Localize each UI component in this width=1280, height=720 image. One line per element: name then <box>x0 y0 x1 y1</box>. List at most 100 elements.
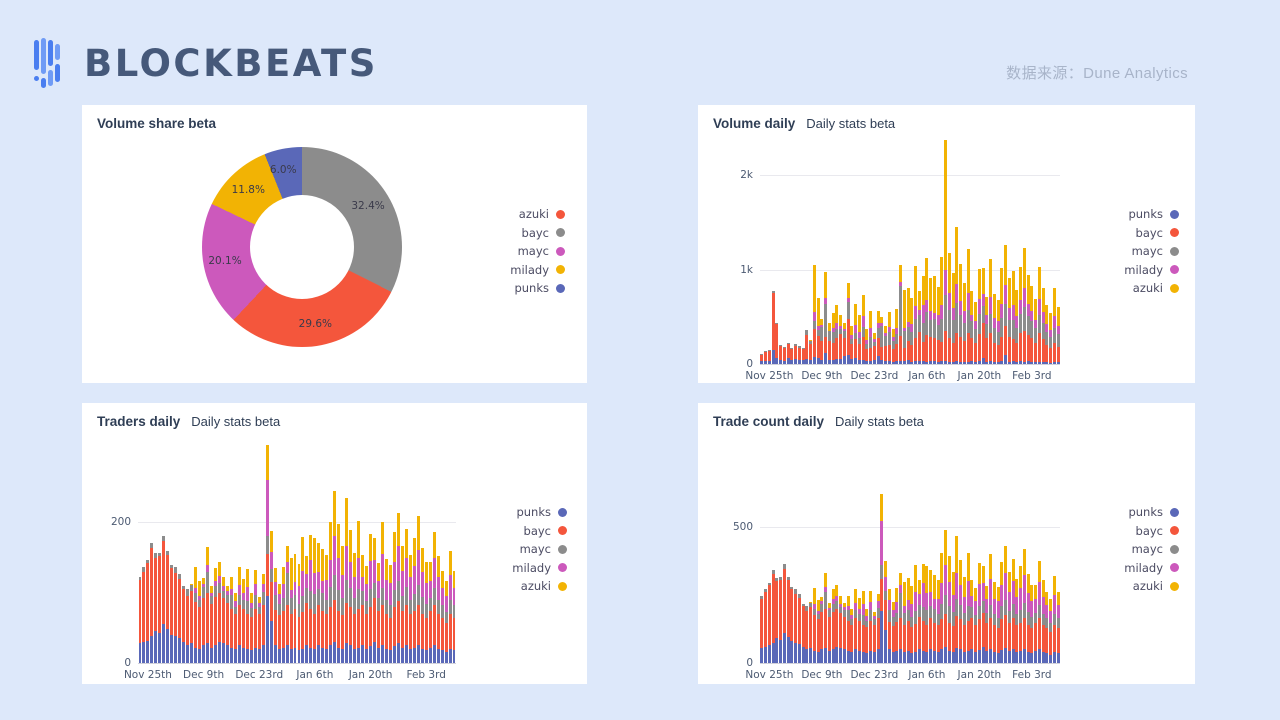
bar-stack[interactable] <box>996 586 1000 663</box>
bar-stack[interactable] <box>816 297 820 364</box>
bar-stack[interactable] <box>820 597 824 663</box>
bar-stack[interactable] <box>1000 267 1004 364</box>
bar-stack[interactable] <box>914 565 917 663</box>
bar-stack[interactable] <box>297 563 301 663</box>
bar-stack[interactable] <box>932 574 936 663</box>
bar-stack[interactable] <box>767 582 771 663</box>
bar-stack[interactable] <box>835 585 839 663</box>
bar-stack[interactable] <box>951 572 955 663</box>
bar-stack[interactable] <box>444 580 448 663</box>
bar-stack[interactable] <box>857 597 861 663</box>
bar-stack[interactable] <box>420 548 424 663</box>
bar-stack[interactable] <box>436 556 440 663</box>
bar-stack[interactable] <box>831 589 835 663</box>
bar-stack[interactable] <box>970 579 974 663</box>
bar-stack[interactable] <box>775 322 779 364</box>
bar-stack[interactable] <box>142 567 146 663</box>
bar-stack[interactable] <box>962 577 966 663</box>
legend-item-mayc[interactable]: mayc <box>1124 242 1179 261</box>
bar-stack[interactable] <box>929 278 932 364</box>
bar-stack[interactable] <box>293 554 297 663</box>
bar-stack[interactable] <box>824 271 827 364</box>
legend-item-milady[interactable]: milady <box>1124 559 1179 578</box>
bar-stack[interactable] <box>842 603 846 663</box>
bar-stack[interactable] <box>313 537 317 663</box>
bar-stack[interactable] <box>400 545 404 663</box>
bar-stack[interactable] <box>1007 277 1011 364</box>
bar-stack[interactable] <box>779 577 782 663</box>
bar-stack[interactable] <box>940 257 944 364</box>
bar-stack[interactable] <box>210 585 213 663</box>
bar-stack[interactable] <box>1015 289 1019 364</box>
bar-stack[interactable] <box>178 574 182 663</box>
bar-stack[interactable] <box>1026 275 1030 364</box>
bar-stack[interactable] <box>854 303 857 364</box>
bar-stack[interactable] <box>914 265 917 364</box>
bar-stack[interactable] <box>1015 579 1019 663</box>
bar-stack[interactable] <box>1041 580 1045 663</box>
bar-stack[interactable] <box>182 585 186 663</box>
bar-stack[interactable] <box>876 593 880 663</box>
bar-stack[interactable] <box>797 594 801 663</box>
bar-stack[interactable] <box>786 576 790 663</box>
bar-stack[interactable] <box>1056 306 1060 364</box>
bar-stack[interactable] <box>940 553 944 663</box>
bar-stack[interactable] <box>869 591 872 663</box>
bar-stack[interactable] <box>831 313 835 364</box>
legend-item-punks[interactable]: punks <box>510 279 565 298</box>
bar-stack[interactable] <box>764 588 767 663</box>
bar-stack[interactable] <box>820 319 824 364</box>
bar-stack[interactable] <box>1004 546 1007 663</box>
bar-stack[interactable] <box>805 605 809 663</box>
bar-stack[interactable] <box>253 570 257 663</box>
bar-stack[interactable] <box>902 581 906 663</box>
bar-stack[interactable] <box>245 569 249 663</box>
bar-stack[interactable] <box>317 543 321 663</box>
legend-item-punks[interactable]: punks <box>1124 205 1179 224</box>
bar-stack[interactable] <box>794 589 797 663</box>
bar-stack[interactable] <box>392 532 396 663</box>
bar-stack[interactable] <box>827 323 831 364</box>
bar-stack[interactable] <box>974 302 977 364</box>
bar-stack[interactable] <box>1034 585 1037 663</box>
bar-stack[interactable] <box>891 328 895 364</box>
bar-stack[interactable] <box>869 311 872 364</box>
bar-stack[interactable] <box>861 590 865 663</box>
bar-stack[interactable] <box>989 554 992 663</box>
bar-stack[interactable] <box>269 530 273 663</box>
bar-stack[interactable] <box>884 560 887 663</box>
bar-stack[interactable] <box>174 567 178 663</box>
brand-logo[interactable]: BLOCKBEATS <box>34 38 378 88</box>
bar-stack[interactable] <box>812 588 816 663</box>
bar-stack[interactable] <box>767 350 771 364</box>
bar-stack[interactable] <box>1052 287 1056 364</box>
bar-stack[interactable] <box>384 558 388 663</box>
bar-stack[interactable] <box>891 601 895 663</box>
bar-stack[interactable] <box>775 578 779 663</box>
bar-stack[interactable] <box>404 529 408 663</box>
bar-stack[interactable] <box>440 570 444 663</box>
bar-stack[interactable] <box>887 589 891 663</box>
legend-item-punks[interactable]: punks <box>1124 503 1179 522</box>
bar-stack[interactable] <box>906 578 910 663</box>
bar-stack[interactable] <box>158 552 162 663</box>
bar-stack[interactable] <box>265 445 269 663</box>
bar-stack[interactable] <box>989 259 992 364</box>
bar-stack[interactable] <box>925 257 929 364</box>
bar-stack[interactable] <box>428 562 432 663</box>
bar-stack[interactable] <box>190 583 194 663</box>
bar-stack[interactable] <box>974 587 977 663</box>
bar-stack[interactable] <box>771 570 775 663</box>
bar-stack[interactable] <box>1004 245 1007 364</box>
bar-stack[interactable] <box>380 522 384 663</box>
legend-item-azuki[interactable]: azuki <box>1124 279 1179 298</box>
legend-item-azuki[interactable]: azuki <box>512 577 567 596</box>
bar-stack[interactable] <box>790 586 794 663</box>
legend-item-bayc[interactable]: bayc <box>1124 224 1179 243</box>
bar-stack[interactable] <box>839 596 842 663</box>
bar-stack[interactable] <box>959 560 962 663</box>
bar-stack[interactable] <box>955 227 959 364</box>
bar-stack[interactable] <box>824 573 827 663</box>
bar-stack[interactable] <box>1041 287 1045 364</box>
bar-stack[interactable] <box>416 516 420 663</box>
